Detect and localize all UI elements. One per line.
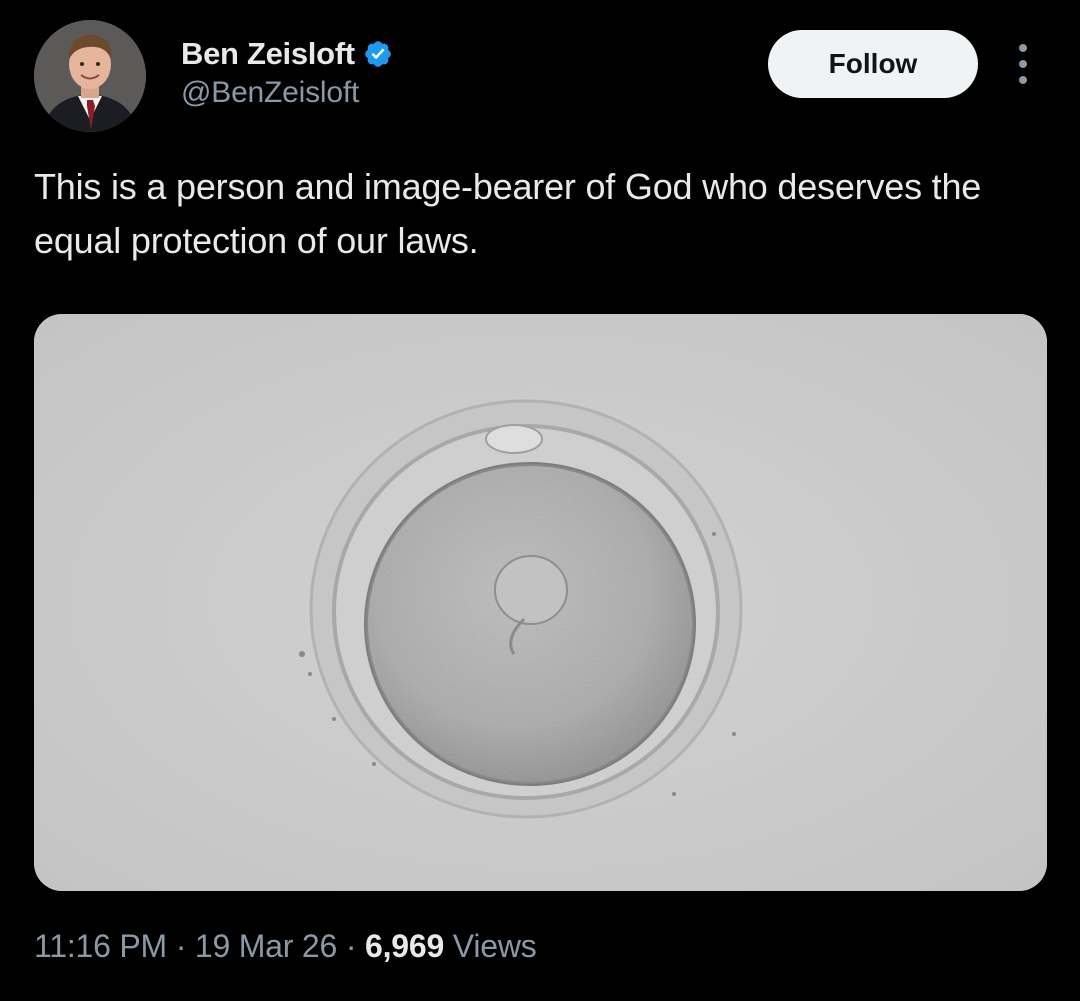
- author-name-row[interactable]: Ben Zeisloft: [181, 34, 393, 74]
- profile-photo: [34, 20, 146, 132]
- egg-cell-photo: [34, 314, 1047, 891]
- follow-button[interactable]: Follow: [768, 30, 978, 98]
- tweet-text: This is a person and image-bearer of God…: [34, 166, 982, 261]
- views-label: Views: [444, 928, 537, 964]
- meta-separator: ·: [167, 928, 195, 964]
- more-options-button[interactable]: [1006, 40, 1040, 88]
- meta-separator: ·: [337, 928, 365, 964]
- author-handle[interactable]: @BenZeisloft: [181, 76, 359, 110]
- more-vertical-icon: [1019, 44, 1027, 52]
- tweet: Ben Zeisloft @BenZeisloft Follow This is…: [0, 0, 1080, 1001]
- more-vertical-icon-dot: [1019, 76, 1027, 84]
- tweet-date[interactable]: 19 Mar 26: [195, 928, 337, 964]
- tweet-time[interactable]: 11:16 PM: [34, 928, 167, 964]
- author-display-name[interactable]: Ben Zeisloft: [181, 36, 355, 72]
- tweet-media-image[interactable]: [34, 314, 1047, 891]
- avatar[interactable]: [34, 20, 146, 132]
- verified-badge-icon: [365, 41, 391, 67]
- more-vertical-icon-dot: [1019, 60, 1027, 68]
- views-count[interactable]: 6,969: [365, 928, 444, 964]
- tweet-meta: 11:16 PM · 19 Mar 26 · 6,969 Views: [34, 928, 537, 965]
